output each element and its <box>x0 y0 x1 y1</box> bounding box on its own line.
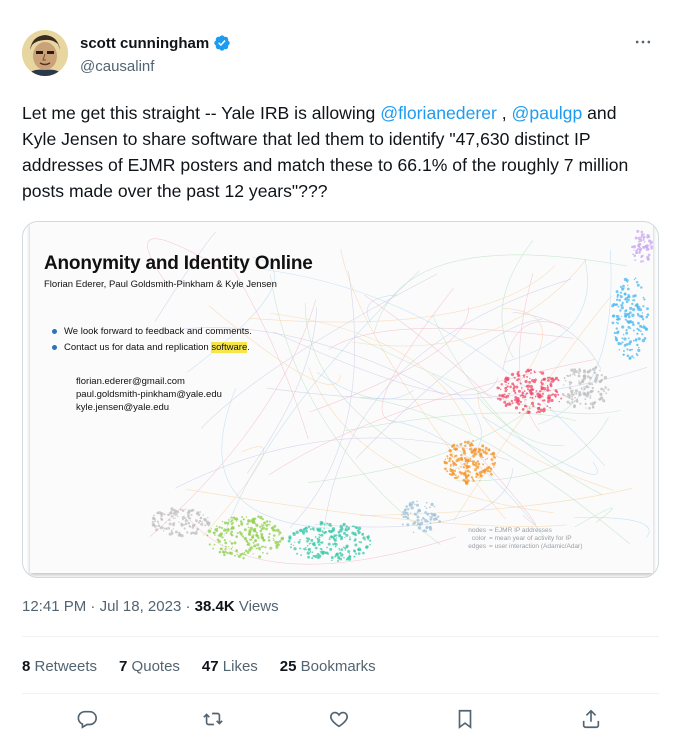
slide-image: Anonymity and Identity Online Florian Ed… <box>30 222 653 573</box>
display-name[interactable]: scott cunningham <box>80 35 209 52</box>
share-icon[interactable] <box>580 708 610 738</box>
mention-link[interactable]: @florianederer <box>380 103 497 123</box>
slide-authors: Florian Ederer, Paul Goldsmith-Pinkham &… <box>44 279 277 290</box>
email: kyle.jensen@yale.edu <box>76 402 170 413</box>
legend-key: nodes <box>468 527 486 534</box>
legend-key: edges <box>468 543 486 550</box>
views-count: 38.4K <box>194 598 235 615</box>
verified-badge-icon[interactable] <box>213 34 231 52</box>
tweet-date[interactable]: Jul 18, 2023 <box>100 598 182 615</box>
tweet-time[interactable]: 12:41 PM <box>22 598 86 615</box>
legend-value: = EJMR IP addresses <box>489 527 552 534</box>
slide-emails: florian.ederer@gmail.com paul.goldsmith-… <box>76 375 222 414</box>
likes-label: Likes <box>218 658 258 675</box>
email: paul.goldsmith-pinkham@yale.edu <box>76 389 222 400</box>
user-handle[interactable]: @causalinf <box>80 58 154 75</box>
action-bar <box>22 708 659 738</box>
legend-key: color <box>471 535 486 542</box>
legend-row: color = mean year of activity for IP <box>458 535 582 543</box>
quotes-label: Quotes <box>127 658 180 675</box>
retweets-label: Retweets <box>30 658 98 675</box>
bookmark-icon[interactable] <box>454 708 484 738</box>
tweet-text-part: Let me get this straight -- Yale IRB is … <box>22 103 381 123</box>
legend-value: = user interaction (Adamic/Adar) <box>489 543 583 550</box>
bookmarks-label: Bookmarks <box>296 658 376 675</box>
likes-stat[interactable]: 47 Likes <box>202 658 258 675</box>
highlighted-word: software <box>211 342 248 353</box>
more-horizontal-icon[interactable] <box>632 32 654 54</box>
retweets-stat[interactable]: 8 Retweets <box>22 658 97 675</box>
tweet-media-image[interactable]: Anonymity and Identity Online Florian Ed… <box>22 221 659 578</box>
retweet-icon[interactable] <box>202 708 232 738</box>
mention-link[interactable]: @paulgp <box>512 103 583 123</box>
like-icon[interactable] <box>328 708 358 738</box>
reply-icon[interactable] <box>76 708 106 738</box>
bookmarks-count: 25 <box>279 658 297 675</box>
views-label: Views <box>234 598 279 615</box>
avatar[interactable] <box>22 30 68 76</box>
quotes-stat[interactable]: 7 Quotes <box>119 658 180 675</box>
tweet-text: Let me get this straight -- Yale IRB is … <box>22 100 652 204</box>
tweet-timestamp: 12:41 PM · Jul 18, 2023 · 38.4K Views <box>22 598 279 615</box>
slide-bullets: We look forward to feedback and comments… <box>52 326 252 358</box>
slide-bullet: Contact us for data and replication soft… <box>52 342 252 353</box>
likes-count: 47 <box>201 658 219 675</box>
slide-bullet: We look forward to feedback and comments… <box>52 326 252 337</box>
tweet-text-part: , <box>496 103 512 123</box>
bookmarks-stat[interactable]: 25 Bookmarks <box>280 658 376 675</box>
legend-row: edges = user interaction (Adamic/Adar) <box>458 543 582 551</box>
email: florian.ederer@gmail.com <box>76 376 185 387</box>
divider <box>22 693 659 694</box>
separator: · <box>86 598 100 615</box>
tweet-header: scott cunningham @causalinf <box>22 30 662 82</box>
engagement-stats: 8 Retweets 7 Quotes 47 Likes 25 Bookmark… <box>22 658 398 675</box>
graph-legend: nodes = EJMR IP addresses color = mean yea… <box>458 527 582 551</box>
slide-title: Anonymity and Identity Online <box>44 253 313 274</box>
slide-bullet-text: . <box>247 342 250 353</box>
divider <box>22 636 659 637</box>
slide-bullet-text: Contact us for data and replication <box>64 342 212 353</box>
separator: · <box>181 598 195 615</box>
legend-value: = mean year of activity for IP <box>489 535 572 542</box>
legend-row: nodes = EJMR IP addresses <box>458 527 582 535</box>
